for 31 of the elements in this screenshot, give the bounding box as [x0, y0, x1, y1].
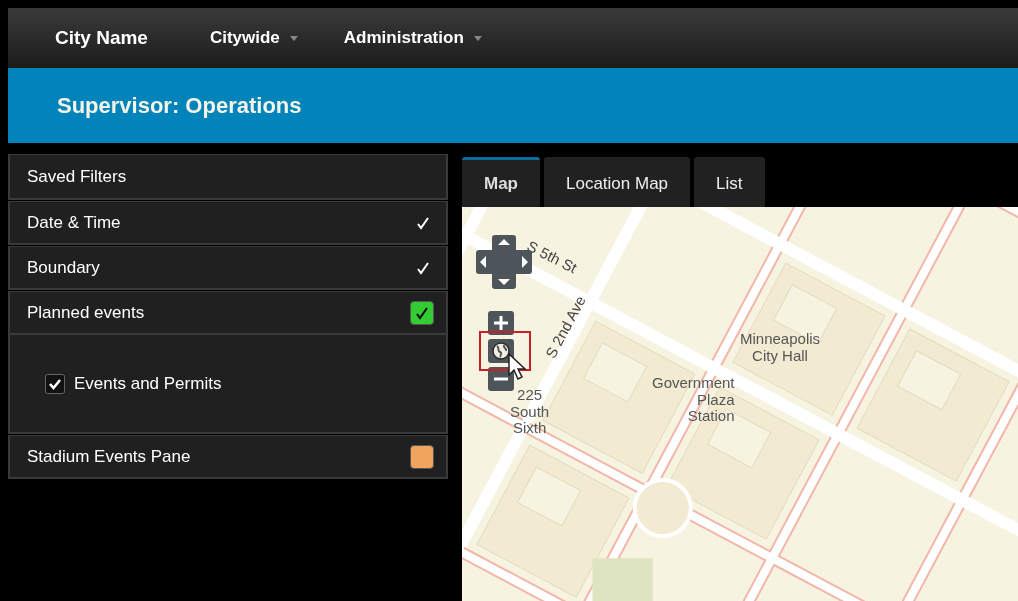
filter-label: Planned events [27, 302, 145, 323]
map-label: 225 South Sixth [510, 387, 550, 437]
cursor-icon [508, 353, 528, 381]
color-swatch[interactable] [410, 300, 434, 325]
page-title: Supervisor: Operations [57, 92, 302, 119]
nav-menu[interactable]: Citywide [209, 28, 298, 48]
filter-row[interactable]: Stadium Events Pane [8, 435, 448, 479]
tab[interactable]: List [694, 157, 765, 207]
map-label: Minneapolis City Hall [740, 331, 821, 364]
filter-row[interactable]: Planned events [8, 291, 448, 335]
map-label: Government Plaza Station [652, 375, 735, 425]
filter-label: Boundary [27, 257, 100, 278]
tab[interactable]: Location Map [544, 157, 691, 207]
color-swatch[interactable] [410, 444, 434, 469]
filter-row[interactable]: Boundary [8, 246, 448, 290]
map-label: S 2nd Ave [542, 293, 590, 362]
filter-label: Saved Filters [27, 166, 127, 187]
street-map-drawing[interactable] [462, 207, 1018, 601]
nav-menu[interactable]: Administration [343, 28, 482, 48]
filter-row[interactable]: Date & Time [8, 201, 448, 245]
zoom-in-icon[interactable] [488, 311, 514, 335]
checkbox-label: Events and Permits [74, 373, 222, 394]
caret-icon [473, 35, 482, 41]
tab[interactable]: Map [462, 157, 540, 207]
filter-label: Stadium Events Pane [27, 446, 191, 467]
filter-row[interactable]: Saved Filters [8, 154, 448, 200]
checkbox[interactable] [45, 373, 65, 394]
globe-icon[interactable] [488, 339, 514, 363]
caret-icon [289, 35, 298, 41]
filter-label: Date & Time [27, 212, 121, 233]
brand-title[interactable]: City Name [55, 27, 148, 49]
